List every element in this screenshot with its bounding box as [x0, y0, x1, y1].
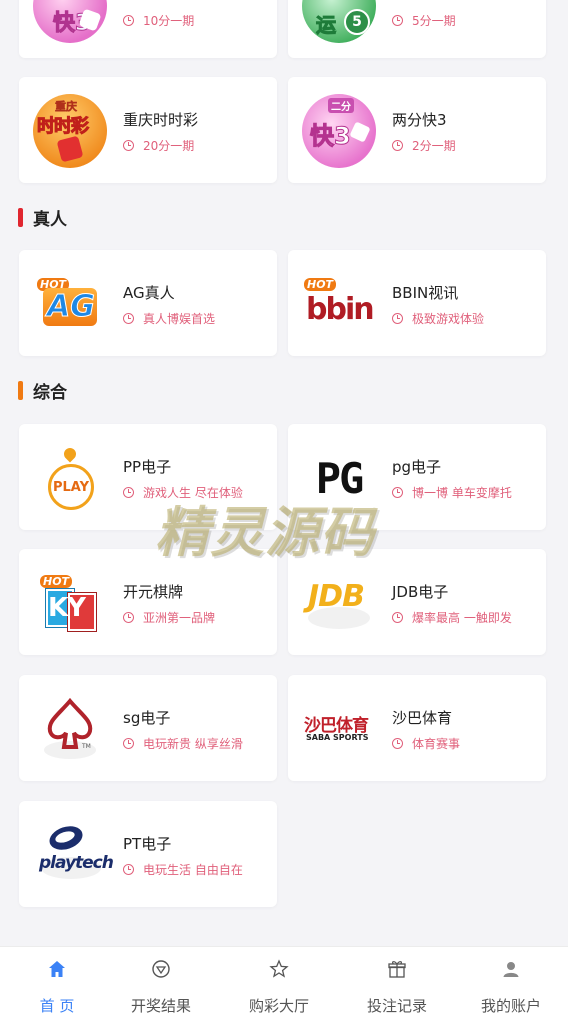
- tab-results[interactable]: 开奖结果: [104, 947, 218, 1025]
- clock-icon: [123, 140, 134, 151]
- clock-icon: [392, 15, 403, 26]
- tab-home[interactable]: 首 页: [0, 947, 114, 1025]
- game-title: 重庆时时彩: [123, 111, 199, 129]
- game-subtitle: 真人博娱首选: [123, 310, 215, 327]
- game-title: AG真人: [123, 284, 175, 302]
- game-title: 开元棋牌: [123, 583, 184, 601]
- game-subtitle: 10分一期: [123, 12, 194, 29]
- saba-logo: 沙巴体育 SABA SPORTS: [304, 716, 369, 742]
- clock-icon: [392, 140, 403, 151]
- clock-icon: [123, 738, 134, 749]
- game-title: JDB电子: [392, 583, 449, 601]
- game-title: PP电子: [123, 458, 172, 476]
- tab-label: 购彩大厅: [248, 997, 309, 1015]
- watermark: 精灵源码: [155, 500, 375, 564]
- clock-icon: [392, 612, 403, 623]
- pt-logo: playtech: [33, 818, 114, 892]
- game-subtitle: 2分一期: [392, 137, 456, 154]
- game-subtitle: 亚洲第一品牌: [123, 609, 215, 626]
- section-title: 真人: [33, 210, 67, 230]
- clock-icon: [392, 313, 403, 324]
- game-title: pg电子: [392, 458, 442, 476]
- bbin-logo: HOT bbin: [304, 278, 375, 327]
- user-icon: [503, 962, 519, 977]
- game-title: 两分快3: [392, 111, 447, 129]
- game-title: sg电子: [123, 709, 171, 727]
- sg-logo: TM: [33, 692, 107, 766]
- clock-icon: [392, 738, 403, 749]
- game-card-bbin[interactable]: HOT bbin BBIN视讯 极致游戏体验: [288, 250, 546, 356]
- bottom-tab-bar: 首 页 开奖结果 购彩大厅 投注记录 我的账户: [0, 946, 568, 1025]
- clock-icon: [123, 864, 134, 875]
- tab-lottery-hall[interactable]: 购彩大厅: [222, 947, 336, 1025]
- game-title: 沙巴体育: [392, 709, 453, 727]
- section-header-live: 真人: [18, 205, 67, 230]
- game-subtitle: 极致游戏体验: [392, 310, 484, 327]
- game-subtitle: 电玩新贵 纵享丝滑: [123, 735, 243, 752]
- lucky5-logo: 运 5: [302, 0, 376, 43]
- cqssc-logo: 重庆 时时彩: [33, 94, 107, 168]
- section-title: 综合: [33, 383, 67, 403]
- jdb-logo: JDB: [302, 566, 376, 640]
- tab-label: 首 页: [39, 997, 75, 1015]
- section-header-general: 综合: [18, 378, 67, 403]
- game-subtitle: 体育赛事: [392, 735, 460, 752]
- clock-icon: [123, 15, 134, 26]
- tab-label: 我的账户: [480, 997, 541, 1015]
- star-icon: [269, 959, 289, 978]
- game-subtitle: 5分一期: [392, 12, 456, 29]
- game-card-lucky5-top[interactable]: 运 5 5分一期: [288, 0, 546, 58]
- section-bar: [18, 208, 23, 227]
- game-card-ag[interactable]: HOT AG AG真人 真人博娱首选: [19, 250, 277, 356]
- k3-logo: 快3: [33, 0, 107, 43]
- award-icon: [152, 960, 170, 978]
- section-bar: [18, 381, 23, 400]
- game-subtitle: 爆率最高 一触即发: [392, 609, 512, 626]
- k3-2min-logo: 二分 快3: [302, 94, 376, 168]
- tab-my-account[interactable]: 我的账户: [454, 947, 568, 1025]
- tab-label: 开奖结果: [130, 997, 191, 1015]
- tab-label: 投注记录: [366, 997, 427, 1015]
- home-icon: [49, 961, 65, 977]
- game-card-k3-2min[interactable]: 二分 快3 两分快3 2分一期: [288, 77, 546, 183]
- game-card-sg[interactable]: TM sg电子 电玩新贵 纵享丝滑: [19, 675, 277, 781]
- gift-icon: [388, 961, 406, 978]
- clock-icon: [123, 612, 134, 623]
- tab-bet-records[interactable]: 投注记录: [340, 947, 454, 1025]
- game-subtitle: 20分一期: [123, 137, 194, 154]
- ky-logo: HOT KY: [33, 566, 107, 640]
- game-card-k3-top[interactable]: 快3 10分一期: [19, 0, 277, 58]
- game-title: BBIN视讯: [392, 284, 459, 302]
- game-subtitle: 博一博 单车变摩托: [392, 484, 512, 501]
- clock-icon: [392, 487, 403, 498]
- game-card-pt[interactable]: playtech PT电子 电玩生活 自由自在: [19, 801, 277, 907]
- game-card-cqssc[interactable]: 重庆 时时彩 重庆时时彩 20分一期: [19, 77, 277, 183]
- clock-icon: [123, 487, 134, 498]
- pp-logo: PLAY: [33, 441, 107, 515]
- game-card-saba[interactable]: 沙巴体育 SABA SPORTS 沙巴体育 体育赛事: [288, 675, 546, 781]
- ag-logo: HOT AG: [33, 267, 107, 341]
- game-title: PT电子: [123, 835, 172, 853]
- clock-icon: [123, 313, 134, 324]
- game-subtitle: 电玩生活 自由自在: [123, 861, 243, 878]
